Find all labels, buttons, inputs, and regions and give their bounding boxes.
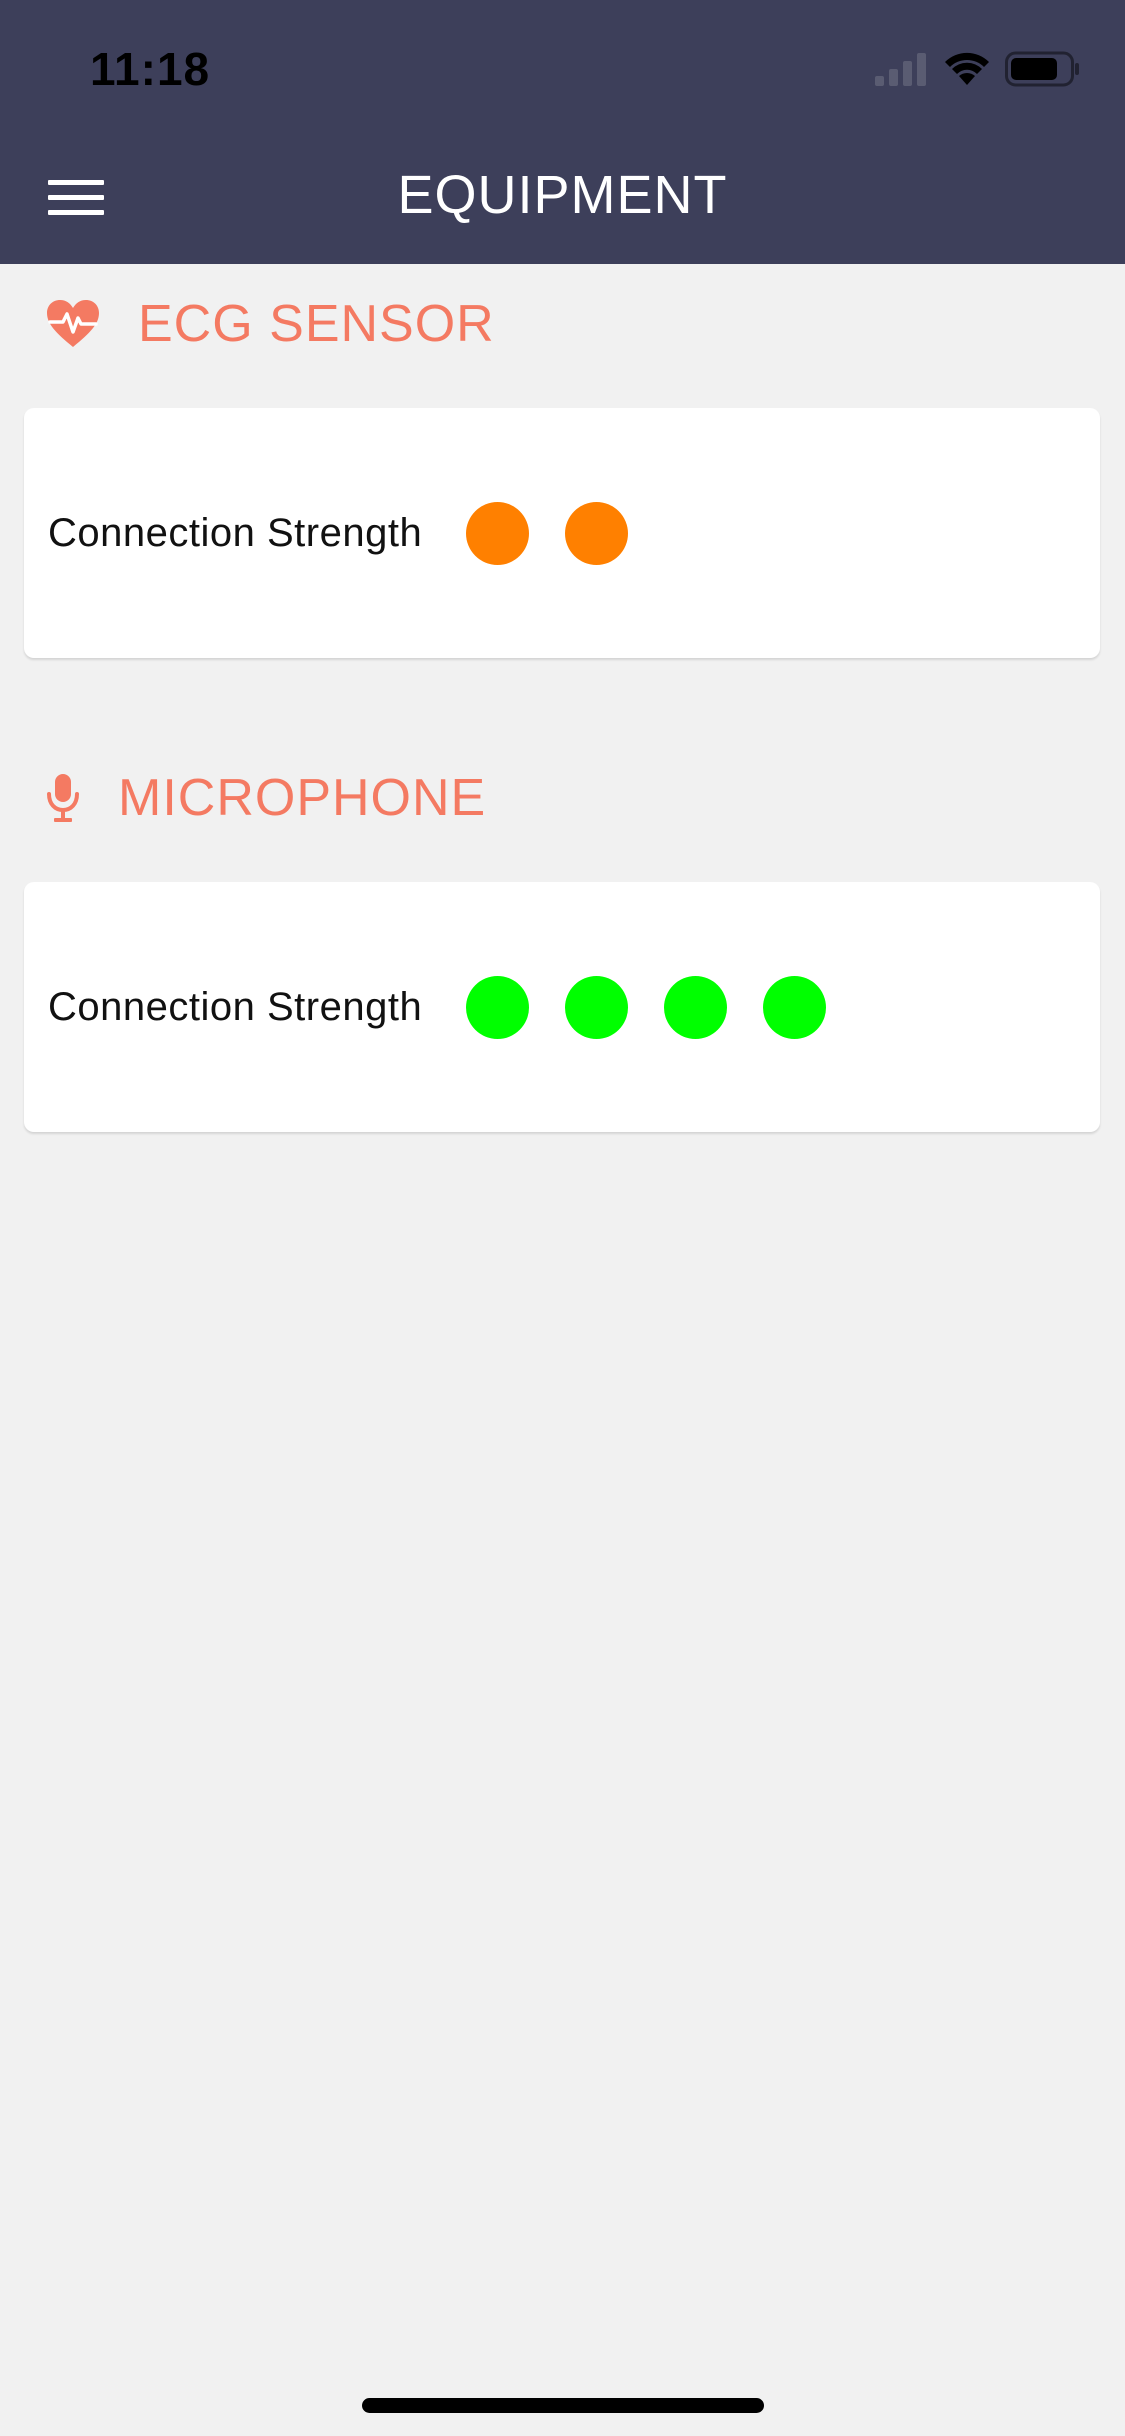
microphone-icon: [47, 774, 79, 822]
strength-dot: [763, 975, 827, 1039]
ecg-sensor-card: Connection Strength: [24, 408, 1100, 658]
strength-dot: [565, 975, 629, 1039]
strength-dot: [664, 975, 728, 1039]
wifi-icon: [945, 52, 989, 85]
heart-pulse-icon: [47, 300, 99, 347]
connection-strength-row: Connection Strength: [48, 408, 629, 658]
strength-dot: [466, 501, 530, 565]
app-header: 11:18 EQUIPMENT: [0, 0, 1125, 264]
cellular-signal-icon: [875, 53, 926, 86]
page-title: EQUIPMENT: [397, 165, 728, 225]
connection-strength-row: Connection Strength: [48, 882, 827, 1132]
connection-strength-label: Connection Strength: [48, 984, 423, 1029]
strength-indicator: [466, 975, 827, 1039]
battery-icon: [1005, 51, 1079, 87]
connection-strength-label: Connection Strength: [48, 510, 423, 555]
strength-dot: [565, 501, 629, 565]
microphone-card: Connection Strength: [24, 882, 1100, 1132]
home-indicator[interactable]: [362, 2398, 764, 2413]
status-icons: [875, 50, 1081, 88]
strength-dot: [466, 975, 530, 1039]
strength-indicator: [466, 501, 629, 565]
status-time: 11:18: [90, 43, 211, 95]
section-title-ecg-sensor: ECG SENSOR: [46, 294, 495, 354]
section-title-microphone: MICROPHONE: [46, 768, 486, 828]
section-label: MICROPHONE: [118, 769, 487, 827]
section-label: ECG SENSOR: [138, 295, 495, 353]
